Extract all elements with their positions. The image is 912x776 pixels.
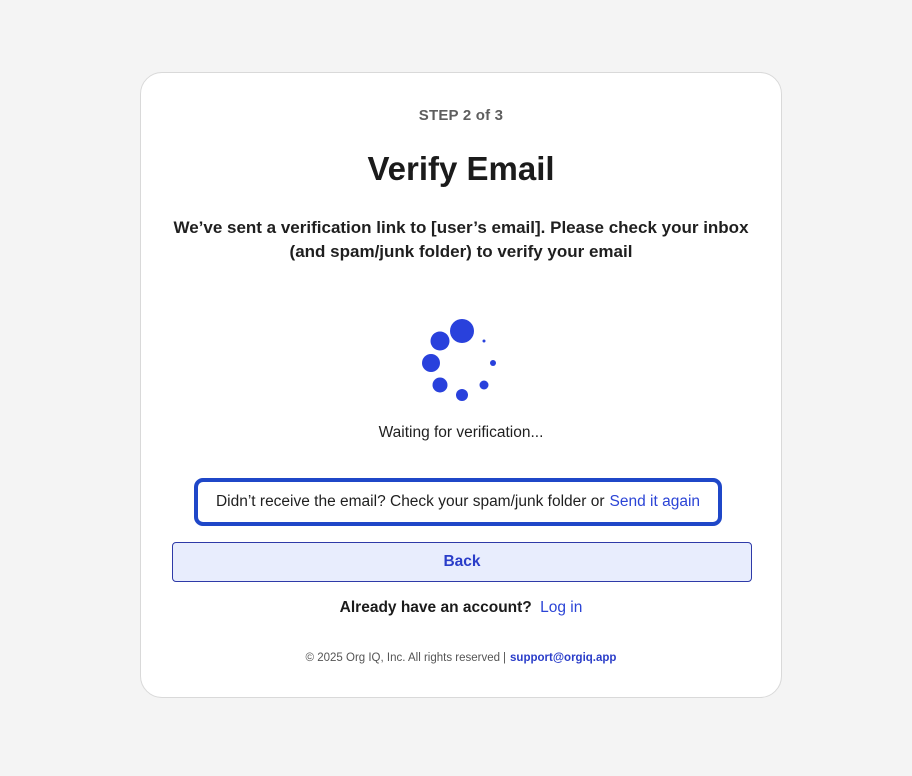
spinner-dot: [479, 380, 489, 390]
spinner-dot: [422, 354, 440, 372]
resend-email-notice: Didn’t receive the email? Check your spa…: [194, 478, 722, 526]
verify-email-card: STEP 2 of 3 Verify Email We’ve sent a ve…: [140, 72, 782, 698]
footer-separator: |: [503, 652, 507, 664]
page-title: Verify Email: [367, 150, 555, 187]
spinner-dot: [490, 360, 496, 366]
waiting-status: Waiting for verification...: [378, 424, 544, 441]
spinner-dot: [430, 331, 450, 351]
footer: © 2025 Org IQ, Inc. All rights reserved |…: [141, 652, 781, 664]
resend-prompt: Didn’t receive the email? Check your spa…: [215, 493, 605, 510]
step-indicator: STEP 2 of 3: [418, 107, 504, 124]
verification-description: We’ve sent a verification link to [user’…: [173, 218, 749, 261]
login-link[interactable]: Log in: [540, 599, 582, 616]
copyright-text: © 2025 Org IQ, Inc. All rights reserved: [305, 652, 501, 664]
back-button[interactable]: Back: [172, 542, 752, 582]
spinner-dot: [482, 339, 486, 343]
spinner-dot: [456, 389, 468, 401]
loading-spinner-icon: [411, 309, 511, 409]
login-prompt-row: Already have an account? Log in: [141, 599, 781, 617]
spinner-dot: [450, 319, 474, 343]
support-email-link[interactable]: support@orgiq.app: [510, 652, 616, 664]
login-prompt: Already have an account?: [339, 599, 532, 616]
send-again-link[interactable]: Send it again: [610, 493, 701, 511]
spinner-dot: [432, 377, 448, 393]
